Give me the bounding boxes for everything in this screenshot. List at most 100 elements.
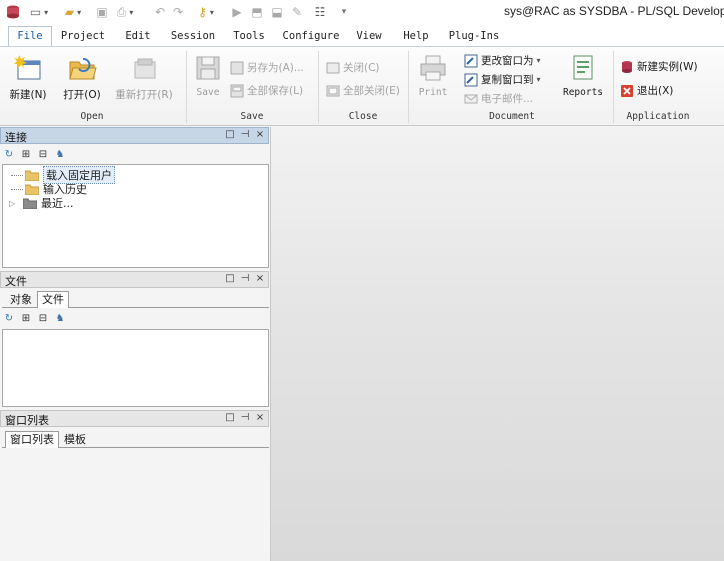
file-panel-header[interactable]: 文件 □ ⊣ ×	[0, 271, 269, 288]
undo-icon[interactable]: ↶	[152, 3, 168, 21]
run-icon[interactable]: ▶	[230, 3, 244, 21]
save-all-icon	[230, 84, 244, 97]
tree-item-fixed-users[interactable]: 载入固定用户	[11, 166, 115, 184]
tree-connector	[11, 174, 23, 176]
float-icon[interactable]: □	[225, 129, 235, 140]
window-title: sys@RAC as SYSDBA - PL/SQL Developer	[504, 4, 724, 18]
save-as-icon	[230, 61, 244, 74]
save-as-button[interactable]: 另存为(A)...	[230, 59, 304, 76]
tab-help[interactable]: Help	[398, 28, 434, 46]
tab-files[interactable]: 文件	[37, 291, 69, 308]
close-all-button[interactable]: 全部关闭(E)	[326, 82, 400, 99]
tab-edit[interactable]: Edit	[120, 28, 156, 46]
new-instance-label: 新建实例(W)	[637, 61, 698, 73]
open-button[interactable]: 打开(O)	[56, 51, 108, 107]
change-window-button[interactable]: 更改窗口为 ▾	[464, 52, 541, 69]
group-divider	[318, 51, 319, 123]
close-label: 关闭(C)	[343, 62, 380, 74]
tree-item-history[interactable]: 输入历史	[11, 182, 87, 196]
collapse-icon[interactable]: ⊟	[37, 313, 49, 325]
connect-icon[interactable]: ♞	[54, 149, 66, 161]
tab-configure[interactable]: Configure	[280, 28, 342, 46]
pin-icon[interactable]: ⊣	[240, 412, 250, 423]
app-icon[interactable]	[4, 3, 22, 21]
tab-file[interactable]: File	[8, 26, 52, 47]
lock-icon[interactable]: ⬒	[250, 3, 264, 21]
expand-icon[interactable]: ⊞	[20, 313, 32, 325]
reopen-button[interactable]: 重新打开(R)	[112, 51, 176, 107]
float-icon[interactable]: □	[225, 412, 235, 423]
tab-window-list[interactable]: 窗口列表	[5, 431, 59, 448]
document-group-label: Document	[489, 111, 535, 122]
group-divider	[408, 51, 409, 123]
dropdown-arrow-icon: ▾	[536, 56, 541, 65]
dropdown-arrow-icon: ▾	[536, 75, 541, 84]
main-workspace	[270, 127, 724, 561]
change-window-label: 更改窗口为	[481, 55, 534, 67]
customize-icon[interactable]: ▾	[338, 3, 350, 21]
pin-icon[interactable]: ⊣	[240, 273, 250, 284]
settings-icon[interactable]: ☷	[312, 3, 328, 21]
new-document-icon	[14, 55, 41, 80]
expand-arrow-icon[interactable]: ▷	[9, 199, 17, 208]
float-icon[interactable]: □	[225, 273, 235, 284]
collapse-icon[interactable]: ⊟	[37, 149, 49, 161]
tab-project[interactable]: Project	[58, 28, 108, 46]
new-instance-button[interactable]: 新建实例(W)	[620, 58, 698, 75]
tab-plugins[interactable]: Plug-Ins	[446, 28, 502, 46]
tab-objects[interactable]: 对象	[6, 292, 36, 309]
connection-panel-header[interactable]: 连接 □ ⊣ ×	[0, 127, 269, 144]
refresh-icon[interactable]: ↻	[3, 149, 15, 161]
new-button[interactable]: 新建(N)	[4, 51, 52, 107]
save-all-label: 全部保存(L)	[247, 85, 304, 97]
print-icon[interactable]: ⎙ ▾	[112, 3, 138, 21]
refresh-icon[interactable]: ↻	[3, 313, 15, 325]
close-icon[interactable]: ×	[255, 273, 265, 284]
file-panel-title: 文件	[5, 275, 27, 288]
close-icon[interactable]: ×	[255, 412, 265, 423]
connection-toolbar: ↻ ⊞ ⊟ ♞	[3, 149, 66, 163]
exit-label: 退出(X)	[637, 85, 674, 97]
tab-view[interactable]: View	[352, 28, 386, 46]
pin-icon[interactable]: ✎	[290, 3, 304, 21]
window-list-panel-header[interactable]: 窗口列表 □ ⊣ ×	[0, 410, 269, 427]
folder-icon	[23, 198, 37, 209]
tree-item-recent[interactable]: ▷ 最近...	[9, 196, 74, 210]
copy-window-icon	[464, 73, 478, 86]
close-button[interactable]: 关闭(C)	[326, 59, 380, 76]
tab-session[interactable]: Session	[166, 28, 220, 46]
redo-icon[interactable]: ↷	[170, 3, 186, 21]
open-folder-icon	[69, 58, 97, 80]
folder-icon	[25, 170, 39, 181]
connection-tree: 载入固定用户 输入历史 ▷ 最近...	[2, 164, 269, 268]
close-all-icon	[326, 85, 340, 96]
copy-window-button[interactable]: 复制窗口到 ▾	[464, 71, 541, 88]
reports-button[interactable]: Reports	[560, 51, 606, 107]
open-group-label: Open	[80, 111, 104, 122]
email-button[interactable]: 电子邮件...	[464, 90, 533, 107]
pin-icon[interactable]: ⊣	[240, 129, 250, 140]
folder-icon	[25, 184, 39, 195]
new-icon[interactable]: ▭ ▾	[28, 3, 50, 21]
email-label: 电子邮件...	[481, 93, 534, 105]
connect-icon[interactable]: ♞	[54, 313, 66, 325]
new-button-label: 新建(N)	[9, 89, 47, 101]
save-button[interactable]: Save	[192, 51, 224, 107]
save-icon[interactable]: ▣	[94, 3, 110, 21]
tab-templates[interactable]: 模板	[60, 432, 90, 449]
save-all-button[interactable]: 全部保存(L)	[230, 82, 303, 99]
ribbon-tabs: File Project Edit Session Tools Configur…	[0, 24, 724, 47]
print-button[interactable]: Print	[414, 51, 452, 107]
email-icon	[464, 94, 478, 103]
exit-button[interactable]: 退出(X)	[620, 82, 673, 99]
copy-window-label: 复制窗口到	[481, 74, 534, 86]
tree-connector	[11, 188, 23, 190]
unlock-icon[interactable]: ⬓	[270, 3, 284, 21]
tab-tools[interactable]: Tools	[228, 28, 270, 46]
key-icon[interactable]: ⚷ ▾	[194, 3, 218, 21]
group-divider	[613, 51, 614, 123]
open-icon[interactable]: ▰ ▾	[60, 3, 86, 21]
window-list-panel-title: 窗口列表	[5, 414, 49, 427]
close-icon[interactable]: ×	[255, 129, 265, 140]
expand-icon[interactable]: ⊞	[20, 149, 32, 161]
